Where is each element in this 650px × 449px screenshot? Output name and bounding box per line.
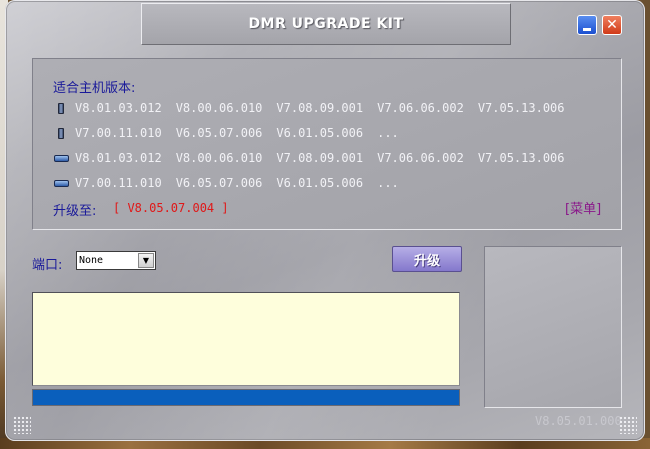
version-text: V6.01.05.006 bbox=[276, 176, 364, 190]
upgrade-kit-window: DMR UPGRADE KIT ✕ 适合主机版本: V8.01.03.012 V… bbox=[5, 0, 645, 441]
version-text: V6.05.07.006 bbox=[175, 126, 263, 140]
close-icon: ✕ bbox=[606, 17, 618, 33]
version-text: V8.00.06.010 bbox=[175, 101, 263, 115]
version-row: V8.01.03.012 V8.00.06.010 V7.08.09.001 V… bbox=[53, 149, 579, 167]
progress-fill bbox=[33, 390, 459, 405]
resize-grip-right-icon[interactable] bbox=[619, 416, 637, 434]
handheld-radio-icon bbox=[53, 102, 69, 114]
version-text: V6.05.07.006 bbox=[175, 176, 263, 190]
app-version-label: V8.05.01.000 bbox=[535, 414, 622, 428]
version-text: V8.00.06.010 bbox=[175, 151, 263, 165]
version-text: ... bbox=[377, 176, 399, 190]
port-select[interactable]: None ▼ bbox=[76, 251, 156, 270]
minimize-icon bbox=[583, 27, 591, 31]
compatible-versions-panel: 适合主机版本: V8.01.03.012 V8.00.06.010 V7.08.… bbox=[32, 58, 622, 230]
device-image-panel bbox=[484, 246, 622, 408]
version-row: V7.00.11.010 V6.05.07.006 V6.01.05.006 .… bbox=[53, 124, 413, 142]
version-text: V7.06.06.002 bbox=[377, 101, 464, 115]
log-output-area[interactable] bbox=[32, 292, 460, 386]
version-row: V7.00.11.010 V6.05.07.006 V6.01.05.006 .… bbox=[53, 174, 413, 192]
version-text: V7.05.13.006 bbox=[477, 101, 565, 115]
version-text: V6.01.05.006 bbox=[276, 126, 364, 140]
upgrade-button[interactable]: 升级 bbox=[392, 246, 462, 272]
version-text: V7.08.09.001 bbox=[276, 101, 364, 115]
upgrade-progress-bar bbox=[32, 389, 460, 406]
chevron-down-icon[interactable]: ▼ bbox=[138, 253, 154, 268]
version-text: V7.05.13.006 bbox=[477, 151, 565, 165]
resize-grip-left-icon[interactable] bbox=[13, 416, 31, 434]
close-button[interactable]: ✕ bbox=[602, 15, 622, 35]
version-text: V8.01.03.012 bbox=[75, 151, 162, 165]
version-text: ... bbox=[377, 126, 399, 140]
port-select-value: None bbox=[79, 255, 104, 266]
version-text: V8.01.03.012 bbox=[75, 101, 162, 115]
version-row: V8.01.03.012 V8.00.06.010 V7.08.09.001 V… bbox=[53, 99, 579, 117]
mobile-radio-icon bbox=[53, 154, 69, 162]
minimize-button[interactable] bbox=[577, 15, 597, 35]
window-title: DMR UPGRADE KIT bbox=[248, 16, 404, 32]
handheld-radio-icon bbox=[53, 127, 69, 139]
compatible-versions-heading: 适合主机版本: bbox=[53, 81, 136, 96]
upgrade-target-label: 升级至: bbox=[53, 204, 97, 219]
version-text: V7.06.06.002 bbox=[377, 151, 464, 165]
mobile-radio-icon bbox=[53, 179, 69, 187]
upgrade-target-version: [ V8.05.07.004 ] bbox=[113, 201, 229, 215]
title-bar[interactable]: DMR UPGRADE KIT bbox=[141, 3, 511, 45]
menu-link[interactable]: [菜单] bbox=[565, 198, 601, 217]
version-text: V7.00.11.010 bbox=[75, 126, 162, 140]
version-text: V7.08.09.001 bbox=[276, 151, 364, 165]
version-text: V7.00.11.010 bbox=[75, 176, 162, 190]
port-label: 端口: bbox=[32, 258, 63, 273]
